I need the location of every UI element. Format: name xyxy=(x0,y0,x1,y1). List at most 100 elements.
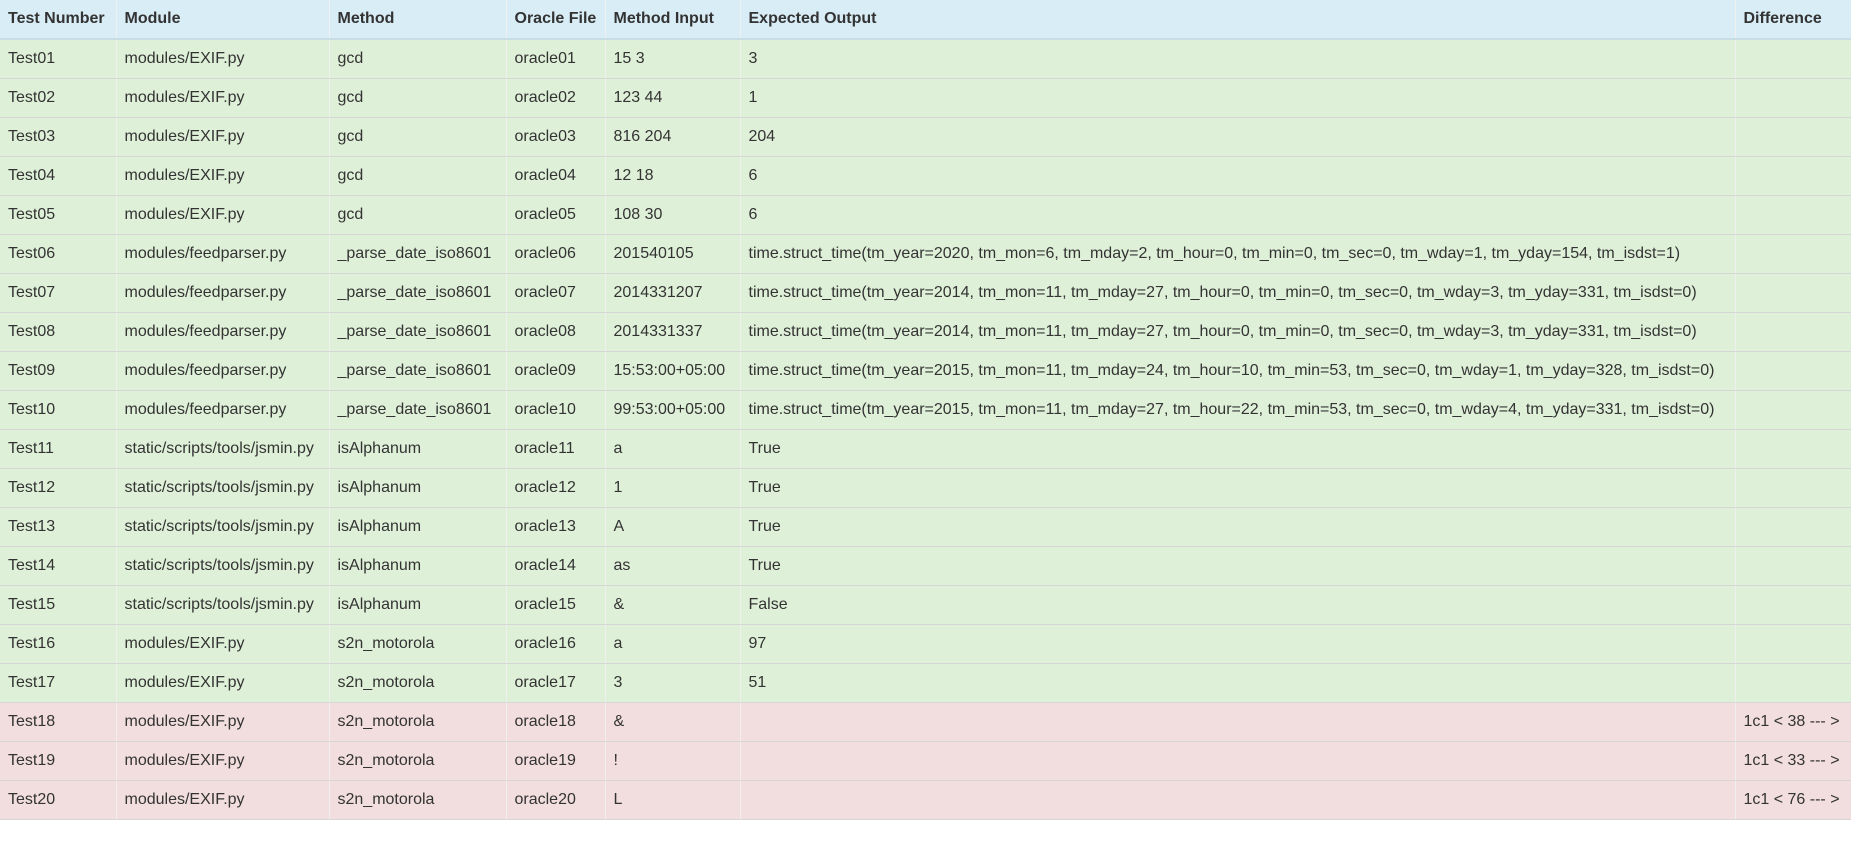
cell-method-input: & xyxy=(605,702,741,742)
cell-oracle-file: oracle08 xyxy=(506,312,606,352)
header-module: Module xyxy=(116,0,330,40)
cell-method-input: 99:53:00+05:00 xyxy=(605,390,741,430)
cell-expected-output: time.struct_time(tm_year=2014, tm_mon=11… xyxy=(740,273,1736,313)
cell-method-input: 108 30 xyxy=(605,195,741,235)
cell-method: s2n_motorola xyxy=(329,663,507,703)
cell-test-number: Test13 xyxy=(0,507,117,547)
cell-difference: 1c1 < 38 --- > xyxy=(1735,702,1851,742)
cell-module: modules/EXIF.py xyxy=(116,780,330,820)
cell-method-input: 816 204 xyxy=(605,117,741,157)
cell-test-number: Test03 xyxy=(0,117,117,157)
table-body: Test01 modules/EXIF.py gcd oracle01 15 3 3 Tes… xyxy=(0,39,1851,820)
cell-oracle-file: oracle18 xyxy=(506,702,606,742)
cell-method-input: a xyxy=(605,624,741,664)
cell-expected-output: time.struct_time(tm_year=2015, tm_mon=11… xyxy=(740,390,1736,430)
cell-difference xyxy=(1735,429,1851,469)
cell-expected-output: 6 xyxy=(740,195,1736,235)
cell-method-input: 15 3 xyxy=(605,39,741,79)
cell-expected-output: True xyxy=(740,546,1736,586)
cell-oracle-file: oracle01 xyxy=(506,39,606,79)
cell-method: _parse_date_iso8601 xyxy=(329,390,507,430)
cell-method-input: & xyxy=(605,585,741,625)
cell-test-number: Test08 xyxy=(0,312,117,352)
header-method: Method xyxy=(329,0,507,40)
cell-method: isAlphanum xyxy=(329,429,507,469)
test-results-table: Test Number Module Method Oracle File Me… xyxy=(0,0,1851,820)
cell-expected-output: 3 xyxy=(740,39,1736,79)
cell-oracle-file: oracle03 xyxy=(506,117,606,157)
cell-method-input: as xyxy=(605,546,741,586)
cell-method: gcd xyxy=(329,78,507,118)
table-row: Test03 modules/EXIF.py gcd oracle03 816 204 2… xyxy=(0,117,1851,157)
cell-difference xyxy=(1735,585,1851,625)
cell-method-input: 2014331337 xyxy=(605,312,741,352)
cell-method: gcd xyxy=(329,117,507,157)
cell-test-number: Test18 xyxy=(0,702,117,742)
cell-test-number: Test05 xyxy=(0,195,117,235)
cell-method: isAlphanum xyxy=(329,546,507,586)
cell-oracle-file: oracle17 xyxy=(506,663,606,703)
cell-expected-output: 97 xyxy=(740,624,1736,664)
cell-module: modules/feedparser.py xyxy=(116,351,330,391)
cell-module: modules/EXIF.py xyxy=(116,39,330,79)
cell-oracle-file: oracle09 xyxy=(506,351,606,391)
cell-expected-output xyxy=(740,741,1736,781)
table-row: Test01 modules/EXIF.py gcd oracle01 15 33 xyxy=(0,39,1851,79)
cell-test-number: Test17 xyxy=(0,663,117,703)
table-row: Test12 static/scripts/tools/jsmin.py isAlp… xyxy=(0,468,1851,508)
cell-method: isAlphanum xyxy=(329,585,507,625)
cell-difference xyxy=(1735,546,1851,586)
cell-module: modules/feedparser.py xyxy=(116,390,330,430)
cell-oracle-file: oracle14 xyxy=(506,546,606,586)
header-test-number: Test Number xyxy=(0,0,117,40)
cell-method: gcd xyxy=(329,195,507,235)
cell-method: _parse_date_iso8601 xyxy=(329,312,507,352)
cell-module: modules/feedparser.py xyxy=(116,312,330,352)
cell-difference xyxy=(1735,312,1851,352)
header-difference: Difference xyxy=(1735,0,1851,40)
cell-method-input: 201540105 xyxy=(605,234,741,274)
cell-difference xyxy=(1735,351,1851,391)
cell-oracle-file: oracle12 xyxy=(506,468,606,508)
cell-expected-output xyxy=(740,702,1736,742)
cell-expected-output: True xyxy=(740,429,1736,469)
cell-method-input: 12 18 xyxy=(605,156,741,196)
cell-difference xyxy=(1735,195,1851,235)
cell-test-number: Test12 xyxy=(0,468,117,508)
table-row: Test05 modules/EXIF.py gcd oracle05 108 30 6 xyxy=(0,195,1851,235)
cell-test-number: Test10 xyxy=(0,390,117,430)
table-row: Test06 modules/feedparser.py _parse_date_i… xyxy=(0,234,1851,274)
cell-difference xyxy=(1735,78,1851,118)
cell-method: _parse_date_iso8601 xyxy=(329,273,507,313)
cell-method: _parse_date_iso8601 xyxy=(329,351,507,391)
cell-module: static/scripts/tools/jsmin.py xyxy=(116,429,330,469)
cell-test-number: Test14 xyxy=(0,546,117,586)
cell-test-number: Test09 xyxy=(0,351,117,391)
cell-expected-output: time.struct_time(tm_year=2015, tm_mon=11… xyxy=(740,351,1736,391)
cell-method-input: A xyxy=(605,507,741,547)
cell-module: static/scripts/tools/jsmin.py xyxy=(116,507,330,547)
cell-oracle-file: oracle07 xyxy=(506,273,606,313)
cell-test-number: Test11 xyxy=(0,429,117,469)
cell-oracle-file: oracle15 xyxy=(506,585,606,625)
cell-test-number: Test02 xyxy=(0,78,117,118)
cell-module: modules/EXIF.py xyxy=(116,624,330,664)
cell-difference: 1c1 < 76 --- > xyxy=(1735,780,1851,820)
cell-method-input: 15:53:00+05:00 xyxy=(605,351,741,391)
cell-difference xyxy=(1735,624,1851,664)
cell-module: static/scripts/tools/jsmin.py xyxy=(116,585,330,625)
cell-method-input: 2014331207 xyxy=(605,273,741,313)
cell-module: modules/EXIF.py xyxy=(116,78,330,118)
cell-test-number: Test04 xyxy=(0,156,117,196)
cell-difference xyxy=(1735,663,1851,703)
cell-method: s2n_motorola xyxy=(329,624,507,664)
header-expected-output: Expected Output xyxy=(740,0,1736,40)
cell-method: isAlphanum xyxy=(329,507,507,547)
cell-test-number: Test20 xyxy=(0,780,117,820)
cell-method: gcd xyxy=(329,156,507,196)
cell-test-number: Test16 xyxy=(0,624,117,664)
cell-module: modules/EXIF.py xyxy=(116,156,330,196)
cell-method-input: 123 44 xyxy=(605,78,741,118)
cell-method: _parse_date_iso8601 xyxy=(329,234,507,274)
cell-difference xyxy=(1735,468,1851,508)
